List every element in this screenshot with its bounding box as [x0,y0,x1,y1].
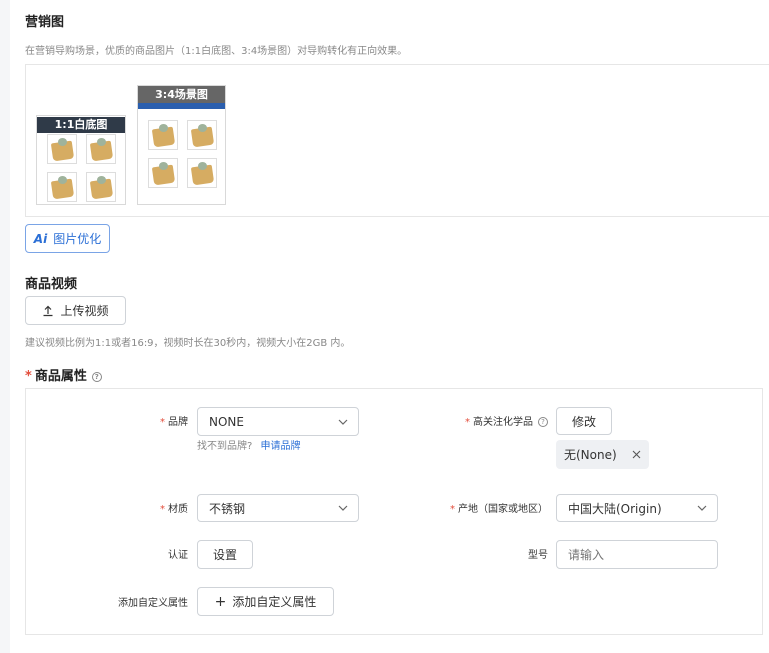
marketing-hint: 在营销导购场景，优质的商品图片（1:1白底图、3:4场景图）对导购转化有正向效果… [25,46,408,57]
left-edge-strip [0,0,10,653]
help-icon[interactable]: ? [538,417,548,427]
upload-video-label: 上传视频 [60,304,109,318]
required-mark: * [160,417,165,428]
material-value: 不锈钢 [209,501,246,516]
brand-select[interactable]: NONE [197,407,359,436]
brand-value: NONE [209,414,244,429]
chem-tag-label: 无(None) [564,448,617,462]
add-custom-attribute-button[interactable]: + 添加自定义属性 [197,587,334,616]
custom-attr-label: 添加自定义属性 [118,598,188,609]
product-image [86,134,116,164]
chem-modify-button[interactable]: 修改 [556,407,612,435]
cert-label: 认证 [168,550,188,561]
required-mark: * [450,504,455,515]
chevron-down-icon [697,505,707,511]
material-select[interactable]: 不锈钢 [197,494,359,522]
chevron-down-icon [338,419,348,425]
upload-video-button[interactable]: 上传视频 [25,296,126,325]
attributes-title-row: * 商品属性? [25,365,102,384]
video-title: 商品视频 [25,277,78,292]
brand-label: 品牌 [168,417,188,428]
marketing-title: 营销图 [25,15,65,30]
chem-label: 高关注化学品 [473,417,533,428]
thumb-1-1-white-background[interactable]: 1:1白底图 [36,115,126,205]
product-image [86,172,116,202]
chevron-down-icon [338,505,348,511]
thumb-3-4-banner [138,103,225,109]
plus-icon: + [214,593,227,610]
origin-select[interactable]: 中国大陆(Origin) [556,494,718,522]
product-image [148,158,178,188]
chem-label-row: * 高关注化学品? [440,413,548,428]
ai-optimize-label: 图片优化 [53,232,102,246]
product-image [148,120,178,150]
attributes-title: 商品属性 [34,369,87,384]
required-mark: * [25,369,32,384]
required-mark: * [160,504,165,515]
product-image [187,120,217,150]
thumb-3-4-label: 3:4场景图 [138,86,225,103]
apply-brand-link[interactable]: 申请品牌 [261,441,301,452]
thumb-1-1-label: 1:1白底图 [37,117,125,133]
model-input[interactable] [556,540,718,569]
thumb-3-4-scene[interactable]: 3:4场景图 [137,85,226,205]
upload-icon [43,305,53,316]
help-icon[interactable]: ? [91,372,102,382]
material-label-row: * 材质 [140,500,188,515]
product-image [47,172,77,202]
thumb-3-4-image-grid [148,120,217,188]
video-hint: 建议视频比例为1:1或者16:9，视频时长在30秒内，视频大小在2GB 内。 [25,338,351,349]
brand-not-found-text: 找不到品牌? [197,441,253,452]
product-image [187,158,217,188]
close-icon[interactable] [632,450,641,459]
chem-tag: 无(None) [556,440,649,469]
material-label: 材质 [168,504,188,515]
ai-image-optimize-button[interactable]: Ai 图片优化 [25,224,110,253]
cert-set-button[interactable]: 设置 [197,540,253,569]
origin-label: 产地（国家或地区） [458,504,548,515]
thumb-1-1-image-grid [47,134,116,202]
brand-hint-row: 找不到品牌? 申请品牌 [197,437,301,452]
brand-label-row: * 品牌 [140,413,188,428]
origin-value: 中国大陆(Origin) [568,501,662,516]
model-label: 型号 [528,550,548,561]
ai-icon: Ai [33,231,48,246]
required-mark: * [465,417,470,428]
product-image [47,134,77,164]
origin-label-row: * 产地（国家或地区） [420,500,548,515]
add-custom-attribute-label: 添加自定义属性 [232,595,317,609]
